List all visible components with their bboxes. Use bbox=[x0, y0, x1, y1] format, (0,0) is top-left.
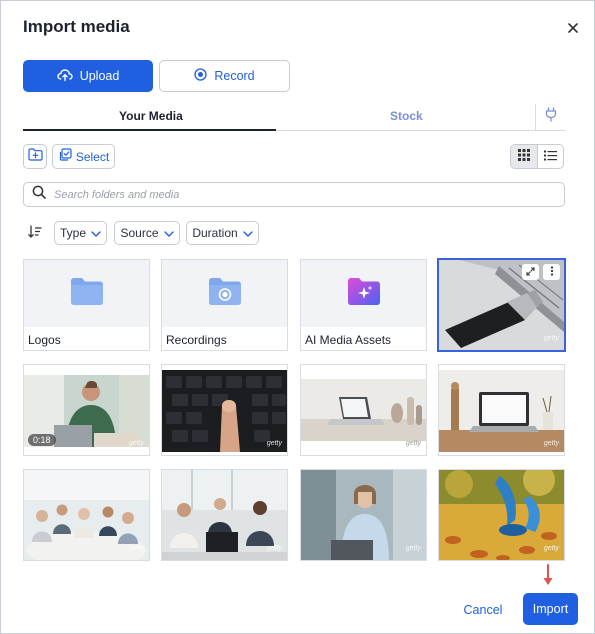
search-input[interactable] bbox=[54, 188, 534, 201]
import-button[interactable]: Import bbox=[523, 593, 578, 625]
media-tile-team-applause[interactable]: getty bbox=[161, 469, 288, 561]
record-folder-icon bbox=[208, 277, 241, 310]
tab-stock[interactable]: Stock bbox=[390, 109, 423, 123]
watermark: getty bbox=[405, 440, 421, 447]
folder-name: Recordings bbox=[166, 333, 227, 347]
watermark: getty bbox=[128, 545, 144, 552]
search-box bbox=[23, 182, 565, 207]
watermark: getty bbox=[266, 440, 282, 447]
list-view-button[interactable] bbox=[538, 145, 564, 168]
media-tabs: Your Media Stock bbox=[23, 104, 565, 131]
chevron-down-icon bbox=[163, 226, 174, 240]
close-icon[interactable] bbox=[564, 19, 582, 37]
new-folder-button[interactable] bbox=[23, 144, 47, 169]
cloud-upload-icon bbox=[56, 68, 73, 85]
media-tile-video-man-laptop[interactable]: 0:18 getty bbox=[23, 364, 150, 456]
media-tile-woman-laptop[interactable]: getty bbox=[300, 469, 427, 561]
grid-icon bbox=[517, 148, 530, 166]
folder-icon bbox=[70, 277, 103, 310]
folder-preview bbox=[162, 260, 287, 327]
type-filter-label: Type bbox=[59, 226, 86, 240]
ai-sparkle-folder-icon bbox=[347, 277, 380, 310]
source-filter[interactable]: Source bbox=[114, 221, 180, 245]
tab-plugins[interactable] bbox=[535, 104, 565, 130]
media-tile-laptop-desk[interactable]: getty bbox=[438, 364, 565, 456]
search-icon bbox=[32, 185, 46, 204]
media-thumbnail bbox=[301, 379, 426, 441]
chevron-down-icon bbox=[242, 226, 253, 240]
media-tile-meeting[interactable]: getty bbox=[23, 469, 150, 561]
upload-button[interactable]: Upload bbox=[23, 60, 153, 92]
type-filter[interactable]: Type bbox=[54, 221, 107, 245]
folder-tile-recordings[interactable]: Recordings bbox=[161, 259, 288, 351]
view-toggle bbox=[510, 144, 564, 169]
select-label: Select bbox=[75, 149, 110, 164]
folder-tile-ai-media-assets[interactable]: AI Media Assets bbox=[300, 259, 427, 351]
record-icon bbox=[194, 68, 207, 84]
plug-icon bbox=[545, 107, 557, 127]
folder-name: Logos bbox=[28, 333, 61, 347]
source-filter-label: Source bbox=[120, 226, 159, 240]
sort-icon[interactable] bbox=[27, 224, 43, 240]
record-label: Record bbox=[214, 69, 255, 83]
expand-button[interactable] bbox=[522, 264, 539, 280]
list-icon bbox=[543, 148, 557, 166]
duration-filter-label: Duration bbox=[192, 226, 238, 240]
grid-view-button[interactable] bbox=[511, 145, 538, 168]
folder-tile-logos[interactable]: Logos bbox=[23, 259, 150, 351]
select-multiple-icon bbox=[58, 148, 72, 165]
record-button[interactable]: Record bbox=[159, 60, 290, 92]
select-button[interactable]: Select bbox=[52, 144, 115, 169]
watermark: getty bbox=[405, 545, 421, 552]
watermark: getty bbox=[266, 545, 282, 552]
media-tile-laptop-vases[interactable]: getty bbox=[300, 364, 427, 456]
active-tab-indicator bbox=[23, 129, 276, 131]
expand-icon bbox=[526, 263, 535, 281]
media-tile-keyboard[interactable]: getty bbox=[161, 364, 288, 456]
tab-your-media[interactable]: Your Media bbox=[119, 109, 183, 123]
import-media-dialog: Import media Upload Record Your Media St… bbox=[0, 0, 595, 634]
cancel-button[interactable]: Cancel bbox=[457, 598, 509, 622]
duration-badge: 0:18 bbox=[28, 434, 56, 446]
dialog-title: Import media bbox=[23, 17, 130, 36]
folder-preview bbox=[24, 260, 149, 327]
more-options-button[interactable] bbox=[543, 264, 560, 280]
chevron-down-icon bbox=[91, 226, 101, 240]
folder-preview bbox=[301, 260, 426, 327]
more-vertical-icon bbox=[550, 263, 554, 281]
watermark: getty bbox=[543, 440, 559, 447]
duration-filter[interactable]: Duration bbox=[186, 221, 259, 245]
folder-name: AI Media Assets bbox=[305, 333, 392, 347]
media-tile-autumn-shoe[interactable]: getty bbox=[438, 469, 565, 561]
watermark: getty bbox=[128, 440, 144, 447]
down-arrow-annotation-icon bbox=[542, 564, 554, 588]
media-tile-usb[interactable]: getty bbox=[438, 259, 565, 351]
watermark: getty bbox=[543, 545, 559, 552]
upload-label: Upload bbox=[79, 69, 120, 83]
folder-plus-icon bbox=[27, 147, 43, 166]
watermark: getty bbox=[543, 335, 559, 342]
